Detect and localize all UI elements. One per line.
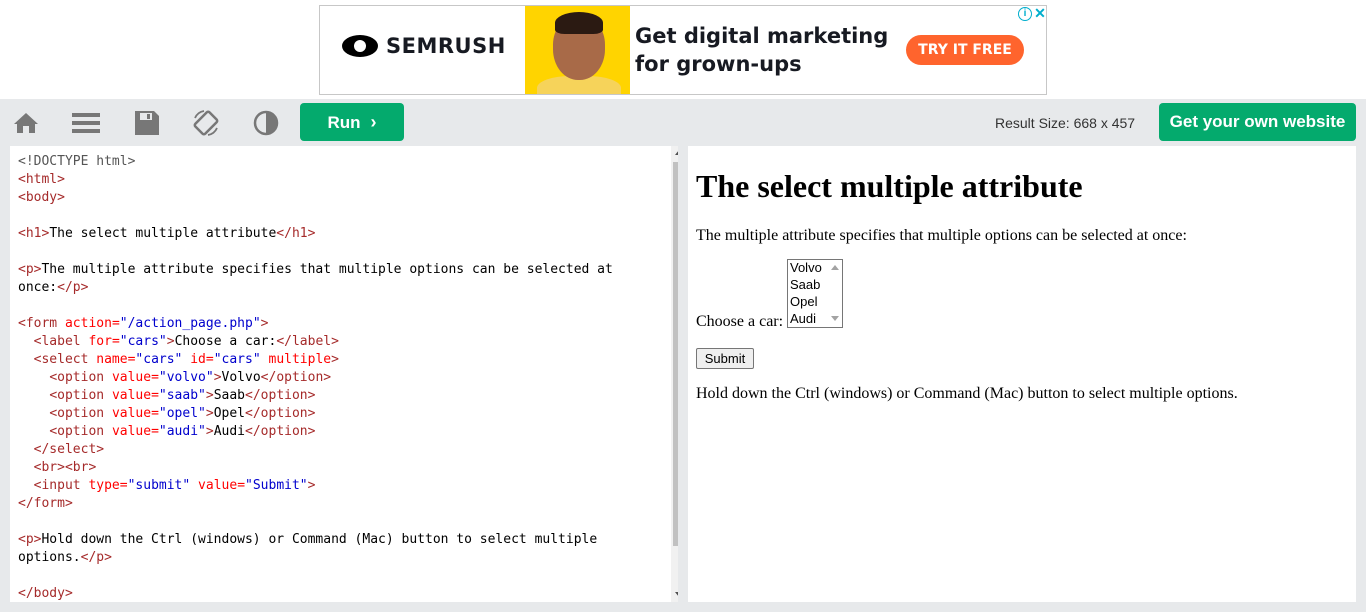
code-line[interactable]: options.</p> [18,549,658,567]
code-line[interactable] [18,243,658,261]
code-line[interactable]: <label for="cars">Choose a car:</label> [18,333,658,351]
semrush-logo-icon [342,35,378,57]
code-line[interactable]: <option value="audi">Audi</option> [18,423,658,441]
result-frame: The select multiple attribute The multip… [688,146,1356,602]
result-heading: The select multiple attribute [696,168,1083,204]
rotate-icon[interactable] [192,110,220,136]
choose-car-label: Choose a car: [696,313,784,330]
result-size: Result Size: 668 x 457 [995,115,1136,131]
cars-multi-select[interactable]: Volvo Saab Opel Audi [787,259,843,328]
ad-cta-button[interactable]: TRY IT FREE [906,35,1024,65]
ad-brand: SEMRUSH [386,34,506,58]
code-line[interactable]: <body> [18,189,658,207]
ad-area: SEMRUSH Get digital marketing for grown-… [0,0,1366,99]
run-button-label: Run [327,113,361,132]
result-description: The multiple attribute specifies that mu… [696,227,1187,244]
ad-headline: Get digital marketing for grown-ups [635,22,915,78]
code-line[interactable]: <!DOCTYPE html> [18,153,658,171]
code-line[interactable]: </form> [18,495,658,513]
chevron-right-icon: › [370,112,377,132]
get-your-own-website-button[interactable]: Get your own website [1159,103,1356,141]
ad-headline-line2: for grown-ups [635,52,802,76]
run-button[interactable]: Run › [300,103,404,141]
scroll-up-arrow-icon[interactable] [675,150,678,155]
ad-photo [525,6,630,94]
scroll-thumb[interactable] [673,162,678,546]
info-icon[interactable]: i [1018,7,1032,21]
code-line[interactable]: <html> [18,171,658,189]
select-scroll-down-icon[interactable] [831,316,839,321]
code-line[interactable]: once:</p> [18,279,658,297]
code-scrollbar[interactable] [671,146,678,602]
code-line[interactable]: <form action="/action_page.php"> [18,315,658,333]
code-line[interactable] [18,297,658,315]
code-line[interactable]: <p>The multiple attribute specifies that… [18,261,658,279]
code-line[interactable] [18,207,658,225]
home-icon[interactable] [12,110,40,136]
menu-icon[interactable] [72,110,100,136]
code-line[interactable]: </select> [18,441,658,459]
code-line[interactable]: <option value="volvo">Volvo</option> [18,369,658,387]
code-line[interactable]: <option value="saab">Saab</option> [18,387,658,405]
select-scrollbar[interactable] [827,260,842,327]
code-line[interactable]: <h1>The select multiple attribute</h1> [18,225,658,243]
save-icon[interactable] [133,110,161,136]
code-line[interactable]: </body> [18,585,658,602]
close-icon[interactable]: ✕ [1034,6,1046,21]
submit-button[interactable]: Submit [696,348,754,369]
select-scroll-up-icon[interactable] [831,265,839,270]
result-hint: Hold down the Ctrl (windows) or Command … [696,385,1238,402]
code-line[interactable]: <option value="opel">Opel</option> [18,405,658,423]
code-line[interactable]: <input type="submit" value="Submit"> [18,477,658,495]
code-editor[interactable]: <!DOCTYPE html> <html> <body> <h1>The sele… [10,146,678,602]
code-line[interactable]: <br><br> [18,459,658,477]
code-line[interactable]: <select name="cars" id="cars" multiple> [18,351,658,369]
contrast-icon[interactable] [253,110,281,136]
ad-banner[interactable]: SEMRUSH Get digital marketing for grown-… [319,5,1047,95]
toolbar: Run › Result Size: 668 x 457 Get your own… [0,99,1366,146]
code-line[interactable] [18,567,658,585]
code-line[interactable]: <p>Hold down the Ctrl (windows) or Comma… [18,531,658,549]
ad-logo: SEMRUSH [342,34,506,58]
ad-headline-line1: Get digital marketing [635,24,889,48]
code-text[interactable]: <!DOCTYPE html> <html> <body> <h1>The sele… [18,153,658,602]
scroll-down-arrow-icon[interactable] [675,592,678,597]
code-line[interactable] [18,513,658,531]
